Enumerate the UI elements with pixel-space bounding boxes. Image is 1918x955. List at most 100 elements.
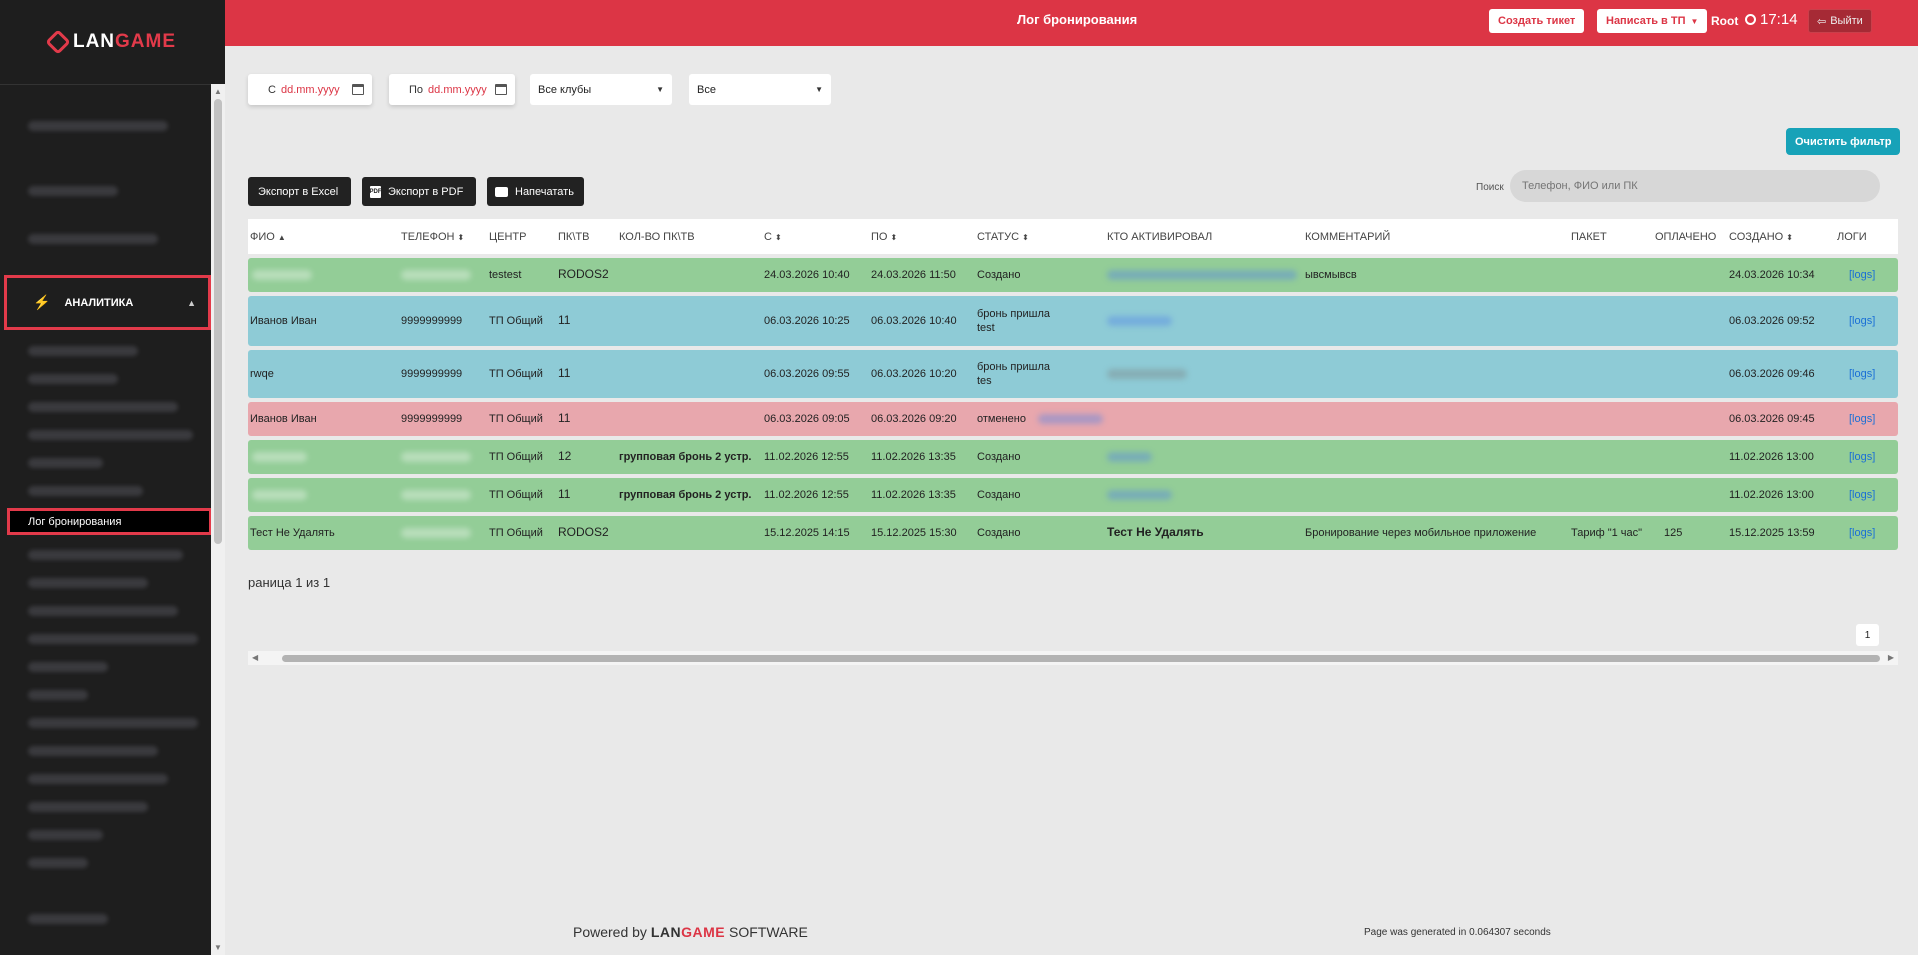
cell-phone: 9999999999: [401, 315, 463, 327]
blurred-submenu-item[interactable]: [28, 774, 168, 784]
sidebar-item-analytics[interactable]: ⚡ АНАЛИТИКА ▲: [4, 275, 211, 330]
clear-filter-button[interactable]: Очистить фильтр: [1786, 128, 1901, 155]
blurred-menu-item[interactable]: [28, 234, 158, 244]
table-row[interactable]: Иванов Иван 9999999999 ТП Общий 11 06.03…: [248, 402, 1898, 436]
logs-link[interactable]: [logs]: [1849, 451, 1875, 464]
logout-button[interactable]: ⇦ Выйти: [1808, 9, 1872, 33]
date-from-field[interactable]: С dd.mm.yyyy: [248, 74, 372, 105]
sidebar-item-booking-log[interactable]: Лог бронирования: [7, 508, 212, 535]
table-row[interactable]: testest RODOS2 24.03.2026 10:40 24.03.20…: [248, 258, 1898, 292]
blurred-submenu-item[interactable]: [28, 634, 198, 644]
table-row[interactable]: Иванов Иван 9999999999 ТП Общий 11 06.03…: [248, 296, 1898, 346]
scroll-down-icon[interactable]: ▼: [214, 943, 222, 952]
cell-status: Создано: [977, 451, 1021, 463]
date-to-field[interactable]: По dd.mm.yyyy: [389, 74, 515, 105]
cell-created: 06.03.2026 09:46: [1729, 368, 1815, 380]
pagination-info: раница 1 из 1: [248, 575, 331, 590]
footer-brand-a: LAN: [650, 924, 682, 940]
date-to-label: По: [409, 83, 424, 96]
blurred-submenu-item[interactable]: [28, 802, 148, 812]
write-support-dropdown[interactable]: Написать в ТП ▼: [1597, 9, 1708, 33]
blurred-submenu-item[interactable]: [28, 374, 118, 384]
cell-pc: 11: [558, 313, 571, 327]
blurred-submenu-item[interactable]: [28, 458, 103, 468]
sort-icon: ⬍: [1022, 233, 1029, 242]
clubs-select[interactable]: Все клубы ▼: [530, 74, 672, 105]
create-ticket-label: Создать тикет: [1498, 15, 1576, 27]
export-excel-button[interactable]: Экспорт в Excel: [248, 177, 351, 206]
blurred-activated: [1107, 490, 1172, 500]
sidebar-scrollbar[interactable]: ▲ ▼: [211, 84, 225, 955]
status-select[interactable]: Все ▼: [689, 74, 831, 105]
blurred-submenu-item[interactable]: [28, 914, 108, 924]
cell-created: 24.03.2026 10:34: [1729, 269, 1815, 281]
column-header-phone[interactable]: ТЕЛЕФОН ⬍: [401, 231, 464, 243]
blurred-submenu-item[interactable]: [28, 578, 148, 588]
blurred-submenu-item[interactable]: [28, 662, 108, 672]
logs-link[interactable]: [logs]: [1849, 269, 1875, 282]
cell-status: отменено: [977, 413, 1026, 425]
blurred-submenu-item[interactable]: [28, 830, 103, 840]
logs-link[interactable]: [logs]: [1849, 413, 1875, 426]
horizontal-scroll-thumb[interactable]: [282, 655, 1880, 662]
column-header-from[interactable]: С ⬍: [764, 231, 782, 243]
column-header-paid: ОПЛАЧЕНО: [1655, 231, 1716, 243]
cell-center: ТП Общий: [489, 527, 543, 539]
column-header-fio[interactable]: ФИО ▲: [250, 231, 286, 243]
footer-software-text: SOFTWARE: [729, 924, 808, 940]
create-ticket-button[interactable]: Создать тикет: [1489, 9, 1585, 33]
table-horizontal-scrollbar[interactable]: ◀ ▶: [248, 651, 1898, 665]
user-name[interactable]: Root: [1711, 14, 1738, 28]
cell-fio: Тест Не Удалять: [250, 527, 335, 539]
table-row[interactable]: ТП Общий 12 групповая бронь 2 устр. 11.0…: [248, 440, 1898, 474]
logo[interactable]: LANGAME: [0, 0, 225, 84]
cell-status-note: tes: [977, 375, 992, 387]
sort-asc-icon: ▲: [277, 233, 286, 242]
blurred-submenu-item[interactable]: [28, 690, 88, 700]
print-button[interactable]: Напечатать: [487, 177, 584, 206]
chevron-up-icon: ▲: [187, 297, 196, 308]
blurred-submenu-item[interactable]: [28, 858, 88, 868]
blurred-submenu-item[interactable]: [28, 402, 178, 412]
blurred-submenu-item[interactable]: [28, 346, 138, 356]
cell-center: ТП Общий: [489, 489, 543, 501]
column-header-to[interactable]: ПО ⬍: [871, 231, 897, 243]
clock-time: 17:14: [1760, 11, 1798, 28]
logo-text: LANGAME: [73, 31, 176, 53]
export-pdf-button[interactable]: PDF Экспорт в PDF: [362, 177, 476, 206]
logs-link[interactable]: [logs]: [1849, 489, 1875, 502]
search-input[interactable]: [1510, 170, 1880, 202]
table-row[interactable]: Тест Не Удалять ТП Общий RODOS2 15.12.20…: [248, 516, 1898, 550]
blurred-menu-item[interactable]: [28, 186, 118, 196]
table-row[interactable]: rwqe 9999999999 ТП Общий 11 06.03.2026 0…: [248, 350, 1898, 398]
blurred-phone: [401, 270, 471, 280]
blurred-submenu-item[interactable]: [28, 746, 158, 756]
blurred-menu-item[interactable]: [28, 121, 168, 131]
sidebar: LANGAME ⚡ АНАЛИТИКА ▲ Лог бронирования ▲…: [0, 0, 225, 955]
blurred-submenu-item[interactable]: [28, 430, 193, 440]
cell-count: групповая бронь 2 устр.: [619, 489, 752, 501]
cell-phone: 9999999999: [401, 413, 463, 425]
calendar-icon[interactable]: [352, 84, 364, 95]
page-generation-time: Page was generated in 0.064307 seconds: [1364, 927, 1551, 938]
logs-link[interactable]: [logs]: [1849, 368, 1875, 381]
column-header-status[interactable]: СТАТУС ⬍: [977, 231, 1029, 243]
cell-pc: 11: [558, 411, 571, 425]
sidebar-scroll-thumb[interactable]: [214, 99, 222, 544]
calendar-icon[interactable]: [495, 84, 507, 95]
column-header-created[interactable]: СОЗДАНО ⬍: [1729, 231, 1793, 243]
cell-count: групповая бронь 2 устр.: [619, 451, 752, 463]
scroll-right-icon[interactable]: ▶: [1888, 653, 1894, 662]
cell-fio: rwqe: [250, 368, 274, 380]
table-row[interactable]: ТП Общий 11 групповая бронь 2 устр. 11.0…: [248, 478, 1898, 512]
cell-status: бронь пришла: [977, 361, 1050, 373]
blurred-submenu-item[interactable]: [28, 486, 143, 496]
logs-link[interactable]: [logs]: [1849, 527, 1875, 540]
scroll-up-icon[interactable]: ▲: [214, 87, 222, 96]
logs-link[interactable]: [logs]: [1849, 315, 1875, 328]
page-button-1[interactable]: 1: [1856, 624, 1879, 646]
blurred-submenu-item[interactable]: [28, 718, 198, 728]
blurred-submenu-item[interactable]: [28, 606, 178, 616]
scroll-left-icon[interactable]: ◀: [252, 653, 258, 662]
blurred-submenu-item[interactable]: [28, 550, 183, 560]
